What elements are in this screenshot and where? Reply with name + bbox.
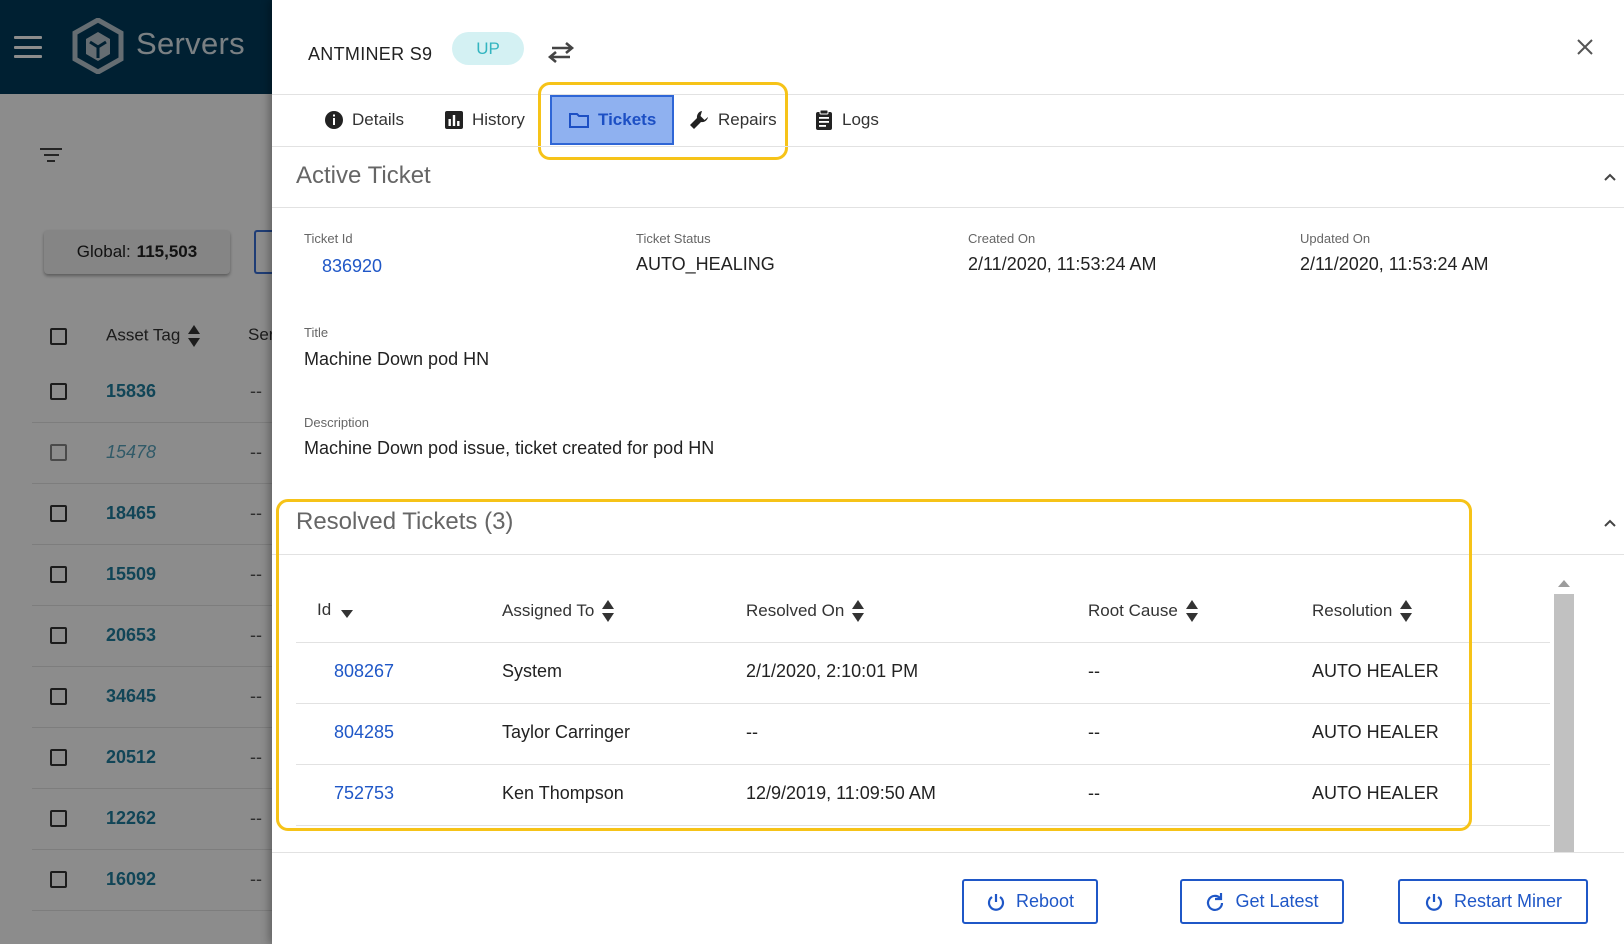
row-divider bbox=[296, 764, 1550, 765]
tab-history[interactable]: History bbox=[444, 95, 525, 145]
device-name: ANTMINER S9 bbox=[308, 44, 433, 64]
power-icon bbox=[987, 893, 1005, 911]
col-resolution-label: Resolution bbox=[1312, 601, 1393, 620]
active-ticket-divider bbox=[272, 207, 1624, 208]
created-on-value: 2/11/2020, 11:53:24 AM bbox=[968, 254, 1157, 274]
swap-icon[interactable] bbox=[546, 40, 576, 64]
col-id-header[interactable]: Id bbox=[317, 600, 354, 620]
clipboard-icon bbox=[816, 109, 832, 130]
active-ticket-title: Active Ticket bbox=[296, 162, 431, 189]
get-latest-button[interactable]: Get Latest bbox=[1180, 879, 1344, 924]
row-divider bbox=[296, 825, 1550, 826]
resolved-assigned-to: Taylor Carringer bbox=[502, 722, 631, 742]
table-scrollbar[interactable] bbox=[1554, 580, 1574, 852]
bar-chart-icon bbox=[445, 111, 463, 129]
resolved-root-cause: -- bbox=[1088, 722, 1100, 742]
modal-backdrop[interactable] bbox=[0, 0, 272, 944]
col-assigned-header[interactable]: Assigned To bbox=[502, 600, 615, 622]
folder-icon bbox=[569, 113, 589, 128]
col-resolution-header[interactable]: Resolution bbox=[1312, 600, 1413, 622]
row-divider bbox=[296, 642, 1550, 643]
tab-tickets[interactable]: Tickets bbox=[550, 95, 675, 145]
tab-bar: Details History Tickets Repairs Logs bbox=[272, 95, 1624, 145]
get-latest-label: Get Latest bbox=[1235, 891, 1319, 911]
tab-logs[interactable]: Logs bbox=[814, 95, 879, 145]
wrench-icon bbox=[690, 111, 708, 129]
collapse-active-icon[interactable] bbox=[1602, 172, 1618, 182]
resolved-resolution: AUTO HEALER bbox=[1312, 783, 1439, 803]
row-divider bbox=[296, 703, 1550, 704]
close-icon[interactable] bbox=[1572, 34, 1598, 60]
description-value: Machine Down pod issue, ticket created f… bbox=[304, 438, 715, 458]
info-icon bbox=[325, 111, 343, 129]
resolved-ticket-id[interactable]: 808267 bbox=[334, 661, 394, 682]
sort-desc-icon bbox=[341, 610, 354, 618]
resolved-on: -- bbox=[746, 722, 758, 742]
resolved-root-cause: -- bbox=[1088, 783, 1100, 803]
scroll-up-icon[interactable] bbox=[1558, 580, 1570, 587]
resolved-tickets-title: Resolved Tickets (3) bbox=[296, 508, 514, 535]
tab-history-label: History bbox=[472, 110, 525, 129]
action-footer: Reboot Get Latest Restart Miner bbox=[272, 852, 1624, 944]
tab-repairs-label: Repairs bbox=[718, 110, 777, 129]
col-resolved-on-header[interactable]: Resolved On bbox=[746, 600, 865, 622]
resolved-divider bbox=[272, 554, 1624, 555]
reboot-label: Reboot bbox=[1015, 891, 1075, 911]
resolved-root-cause: -- bbox=[1088, 661, 1100, 681]
tab-tickets-label: Tickets bbox=[598, 110, 657, 129]
power-icon bbox=[1425, 893, 1443, 911]
col-assigned-label: Assigned To bbox=[502, 601, 595, 620]
updated-on-value: 2/11/2020, 11:53:24 AM bbox=[1300, 254, 1489, 274]
resolved-ticket-id[interactable]: 752753 bbox=[334, 783, 394, 804]
sort-icon bbox=[1400, 600, 1413, 622]
collapse-resolved-icon[interactable] bbox=[1602, 518, 1618, 528]
resolved-ticket-id[interactable]: 804285 bbox=[334, 722, 394, 743]
col-root-cause-label: Root Cause bbox=[1088, 601, 1178, 620]
sort-icon bbox=[602, 600, 615, 622]
restart-miner-button[interactable]: Restart Miner bbox=[1398, 879, 1588, 924]
ticket-id-link[interactable]: 836920 bbox=[322, 256, 382, 277]
title-label: Title bbox=[304, 325, 329, 340]
ticket-status-label: Ticket Status bbox=[636, 231, 711, 246]
resolved-on: 2/1/2020, 2:10:01 PM bbox=[746, 661, 919, 681]
resolved-assigned-to: Ken Thompson bbox=[502, 783, 624, 803]
ticket-id-label: Ticket Id bbox=[304, 231, 353, 246]
ticket-status-value: AUTO_HEALING bbox=[636, 254, 775, 274]
tabs-divider bbox=[272, 146, 1624, 147]
col-id-label: Id bbox=[317, 600, 332, 619]
tab-details-label: Details bbox=[352, 110, 404, 129]
status-badge: UP bbox=[452, 32, 524, 65]
refresh-icon bbox=[1207, 892, 1224, 911]
title-value: Machine Down pod HN bbox=[304, 349, 490, 369]
tab-repairs[interactable]: Repairs bbox=[688, 95, 777, 145]
scroll-thumb[interactable] bbox=[1554, 594, 1574, 852]
tab-logs-label: Logs bbox=[842, 110, 879, 129]
reboot-button[interactable]: Reboot bbox=[962, 879, 1098, 924]
resolved-assigned-to: System bbox=[502, 661, 563, 681]
updated-on-label: Updated On bbox=[1300, 231, 1371, 246]
col-root-cause-header[interactable]: Root Cause bbox=[1088, 600, 1198, 622]
server-detail-drawer: ANTMINER S9 UP Details History Tickets R… bbox=[272, 0, 1624, 944]
resolved-resolution: AUTO HEALER bbox=[1312, 722, 1439, 742]
sort-icon bbox=[1185, 600, 1198, 622]
tab-details[interactable]: Details bbox=[324, 95, 404, 145]
restart-miner-label: Restart Miner bbox=[1453, 891, 1563, 911]
description-label: Description bbox=[304, 415, 370, 430]
resolved-on: 12/9/2019, 11:09:50 AM bbox=[746, 783, 936, 803]
sort-icon bbox=[852, 600, 865, 622]
col-resolved-on-label: Resolved On bbox=[746, 601, 845, 620]
created-on-label: Created On bbox=[968, 231, 1036, 246]
resolved-resolution: AUTO HEALER bbox=[1312, 661, 1439, 681]
